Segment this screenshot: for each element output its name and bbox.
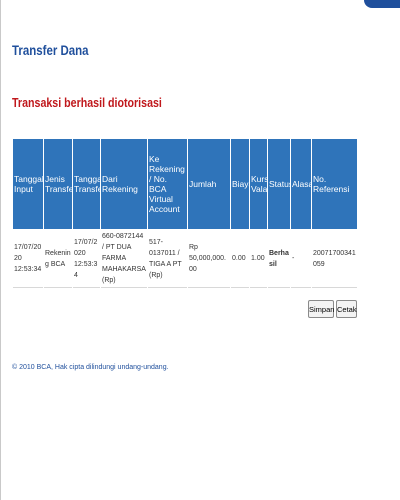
- success-message: Transaksi berhasil diotorisasi: [12, 95, 162, 110]
- cell-jenis-transfer: Rekening BCA: [44, 230, 72, 288]
- cell-alasan: -: [291, 230, 311, 288]
- header-kurs-valas: Kurs Valas: [250, 139, 267, 229]
- print-button[interactable]: Cetak: [336, 300, 357, 318]
- cell-ke-rekening: 517-0137011 / TIGA A PT (Rp): [148, 230, 187, 288]
- cell-dari-rekening: 660-0872144 / PT DUA FARMA MAHAKARSA (Rp…: [101, 230, 147, 288]
- header-alasan: Alasan: [291, 139, 311, 229]
- page-title: Transfer Dana: [12, 42, 89, 58]
- header-jenis-transfer: Jenis Transfer: [44, 139, 72, 229]
- header-biaya: Biaya: [231, 139, 249, 229]
- header-no-referensi: No. Referensi: [312, 139, 357, 229]
- top-bar-accent: [364, 0, 400, 8]
- transaction-table: Tanggal Input Jenis Transfer Tanggal Tra…: [12, 138, 358, 289]
- save-button[interactable]: Simpan: [308, 300, 334, 318]
- cell-tanggal-transfer: 17/07/2020 12:53:34: [73, 230, 100, 288]
- cell-jumlah: Rp 50,000,000.00: [188, 230, 230, 288]
- table-header-row: Tanggal Input Jenis Transfer Tanggal Tra…: [13, 139, 357, 229]
- header-tanggal-input: Tanggal Input: [13, 139, 43, 229]
- header-jumlah: Jumlah: [188, 139, 230, 229]
- footer-copyright: © 2010 BCA, Hak cipta dilindungi undang-…: [12, 364, 169, 371]
- left-frame-border: [0, 0, 1, 500]
- header-status: Status: [268, 139, 290, 229]
- cell-biaya: 0.00: [231, 230, 249, 288]
- cell-status: Berhasil: [268, 230, 290, 288]
- top-bar: [0, 0, 400, 8]
- header-dari-rekening: Dari Rekening: [101, 139, 147, 229]
- header-tanggal-transfer: Tanggal Transfer: [73, 139, 100, 229]
- cell-tanggal-input: 17/07/2020 12:53:34: [13, 230, 43, 288]
- table-row: 17/07/2020 12:53:34 Rekening BCA 17/07/2…: [13, 230, 357, 288]
- cell-no-referensi: 2007170034105​9: [312, 230, 357, 288]
- cell-kurs-valas: 1.00: [250, 230, 267, 288]
- header-ke-rekening: Ke Rekening / No. BCA Virtual Account: [148, 139, 187, 229]
